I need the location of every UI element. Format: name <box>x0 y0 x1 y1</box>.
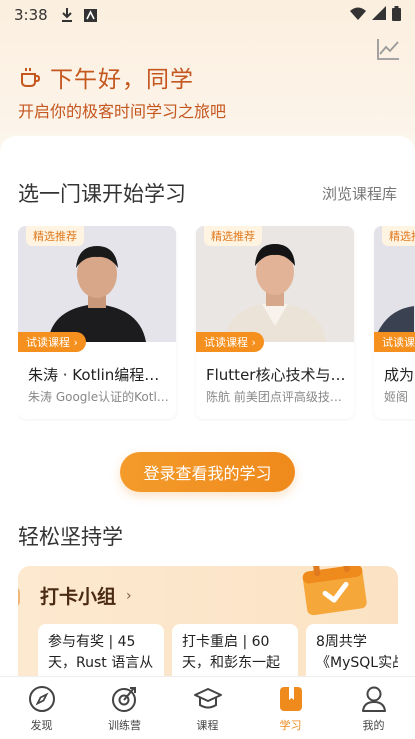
tab-camp[interactable]: 训练营 <box>83 677 166 739</box>
featured-tag: 精选推荐 <box>382 226 415 246</box>
course-description: 朱涛 Google认证的Kotlin开发者 <box>28 390 172 404</box>
checkin-group-item[interactable]: 8周共学 《MySQL实战45讲》 <box>306 624 398 676</box>
choose-course-header: 选一门课开始学习 浏览课程库 <box>18 178 397 208</box>
trial-badge: 试读课程 › <box>196 332 264 352</box>
tab-label: 训练营 <box>108 718 141 732</box>
course-carousel[interactable]: 精选推荐 试读课程 › 朱涛 · Kotlin编程第一课 朱涛 Google认证… <box>18 226 415 421</box>
login-view-learning-button[interactable]: 登录查看我的学习 <box>120 452 295 492</box>
graduation-cap-icon <box>193 684 223 714</box>
section-title: 选一门课开始学习 <box>18 182 186 206</box>
group-line1: 8周共学 <box>316 634 367 650</box>
compass-icon <box>27 684 57 714</box>
book-icon <box>276 684 306 714</box>
checkin-group-item[interactable]: 参与有奖 | 45 天，Rust 语言从入门 <box>38 624 164 676</box>
bottom-tab-bar: 发现 训练营 课程 学习 我的 <box>0 676 415 739</box>
battery-icon <box>392 5 401 25</box>
greeting-subtitle: 开启你的极客时间学习之旅吧 <box>18 102 227 121</box>
status-time: 3:38 <box>14 6 48 24</box>
tab-discover[interactable]: 发现 <box>0 677 83 739</box>
tab-courses[interactable]: 课程 <box>166 677 249 739</box>
person-icon <box>359 684 389 714</box>
coffee-cup-icon <box>18 65 42 89</box>
group-line2: 《MySQL实战45讲》 <box>316 655 398 671</box>
featured-tag: 精选推荐 <box>204 226 262 246</box>
group-line2: 天，Rust 语言从入门 <box>48 655 154 671</box>
tab-label: 我的 <box>362 718 385 732</box>
tab-label: 发现 <box>30 718 53 732</box>
course-card[interactable]: 精选推荐 试读课程 › 朱涛 · Kotlin编程第一课 朱涛 Google认证… <box>18 226 176 419</box>
featured-tag: 精选推荐 <box>26 226 84 246</box>
camp-icon <box>110 684 140 714</box>
tab-label: 学习 <box>279 718 302 732</box>
group-line1: 参与有奖 | 45 <box>48 634 136 650</box>
trend-chart-icon <box>377 39 399 60</box>
course-card[interactable]: 精选推荐 试读课程 › Flutter核心技术与实战 陈航 前美团点评高级技术专… <box>196 226 354 419</box>
checkin-group-item[interactable]: 打卡重启 | 60 天，和彭东一起从零 <box>172 624 298 676</box>
decor-stripe <box>18 588 20 606</box>
course-description: 陈航 前美团点评高级技术专家 <box>206 390 350 404</box>
main-panel: 选一门课开始学习 浏览课程库 精选推荐 试读课程 › 朱涛 · Kotlin编程… <box>0 136 415 676</box>
greeting: 下午好，同学 <box>18 60 194 94</box>
trial-badge: 试读课程 <box>374 332 415 352</box>
course-description: 姬阁 <box>384 390 409 404</box>
checkin-group-card[interactable]: 打卡小组 › 参与有奖 | 45 天，Rust 语言从入门 打卡重启 | 60 … <box>18 566 398 676</box>
status-right <box>350 5 401 25</box>
course-card[interactable]: 精选推荐 试读课程 成为 姬阁 <box>374 226 415 419</box>
checkin-header[interactable]: 打卡小组 › <box>40 582 132 609</box>
trial-badge: 试读课程 › <box>18 332 86 352</box>
course-title: Flutter核心技术与实战 <box>206 366 350 384</box>
tab-label: 课程 <box>196 718 219 732</box>
download-icon <box>60 8 74 22</box>
app-icon <box>84 8 98 22</box>
checkin-title: 打卡小组 <box>40 586 117 608</box>
tab-mine[interactable]: 我的 <box>332 677 415 739</box>
course-title: 朱涛 · Kotlin编程第一课 <box>28 366 172 384</box>
browse-library-link[interactable]: 浏览课程库 <box>322 183 397 204</box>
stats-chart-button[interactable] <box>375 36 401 62</box>
greeting-title: 下午好，同学 <box>50 67 194 93</box>
group-line2: 天，和彭东一起从零 <box>182 655 280 671</box>
easy-learn-title: 轻松坚持学 <box>18 525 123 549</box>
calendar-check-icon <box>298 566 370 616</box>
status-bar: 3:38 <box>0 0 415 30</box>
signal-icon <box>372 6 386 24</box>
group-line1: 打卡重启 | 60 <box>182 634 270 650</box>
course-title: 成为 <box>384 366 415 384</box>
chevron-right-icon: › <box>126 587 132 604</box>
tab-learning[interactable]: 学习 <box>249 677 332 739</box>
wifi-icon <box>350 6 366 24</box>
